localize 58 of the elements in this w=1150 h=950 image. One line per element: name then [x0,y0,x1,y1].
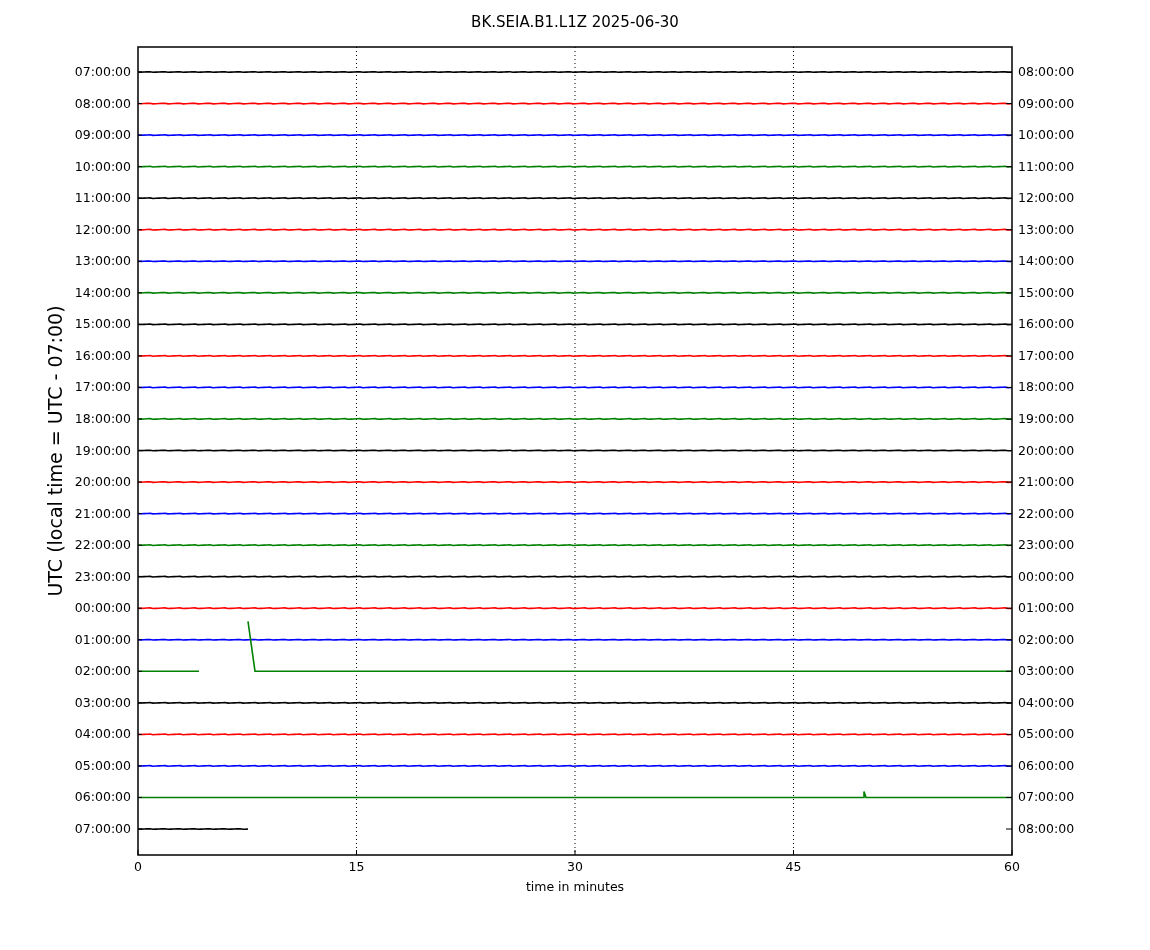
hour-label: 08:00:00 [74,95,131,111]
hour-label: 18:00:00 [1018,379,1075,395]
hour-label: 04:00:00 [74,726,131,742]
hour-label: 03:00:00 [74,694,131,710]
hour-label: 03:00:00 [1018,663,1075,679]
x-tick-label: 45 [785,859,802,874]
hour-label: 05:00:00 [1018,726,1075,742]
hour-label: 11:00:00 [74,190,131,206]
x-tick-label: 30 [567,859,583,874]
hour-label: 21:00:00 [1018,474,1075,490]
hour-label: 02:00:00 [1018,631,1075,647]
hour-label: 15:00:00 [74,316,131,332]
hour-label: 19:00:00 [1018,410,1075,426]
hour-label: 06:00:00 [74,789,131,805]
chart-title: BK.SEIA.B1.L1Z 2025-06-30 [471,13,679,31]
hour-label: 22:00:00 [74,537,131,553]
hour-label: 21:00:00 [74,505,131,521]
hour-label: 18:00:00 [74,410,131,426]
x-tick-label: 0 [134,859,142,874]
hour-label: 08:00:00 [1018,64,1075,79]
x-tick-label: 60 [1004,859,1020,874]
hour-label: 04:00:00 [1018,694,1075,710]
hour-label: 02:00:00 [74,663,131,679]
hour-label: 10:00:00 [1018,127,1075,143]
x-axis-label: time in minutes [525,879,625,894]
x-tick-label: 15 [348,859,365,874]
hour-label: 01:00:00 [74,631,131,647]
hour-label: 14:00:00 [74,284,131,300]
hour-label: 10:00:00 [74,158,131,174]
hour-label: 08:00:00 [1018,821,1075,836]
hour-label: 17:00:00 [1018,347,1075,363]
hour-label: 23:00:00 [74,568,131,584]
hour-label: 19:00:00 [74,442,131,458]
hour-label: 12:00:00 [1018,190,1075,206]
hour-label: 06:00:00 [1018,757,1075,773]
hour-label: 11:00:00 [1018,158,1075,174]
hour-label: 07:00:00 [74,821,131,836]
hour-label: 13:00:00 [1018,221,1075,237]
hour-label: 16:00:00 [1018,316,1075,332]
hour-label: 14:00:00 [1018,253,1075,269]
hour-label: 00:00:00 [74,600,131,616]
hour-label: 01:00:00 [1018,600,1075,616]
hour-label: 12:00:00 [74,221,131,237]
hour-label: 07:00:00 [74,64,131,79]
hour-label: 13:00:00 [74,253,131,269]
hour-label: 22:00:00 [1018,505,1075,521]
y-axis-label: UTC (local time = UTC - 07:00) [44,305,66,597]
hour-label: 23:00:00 [1018,537,1075,553]
hour-label: 20:00:00 [74,474,131,490]
hour-label: 17:00:00 [74,379,131,395]
hour-label: 20:00:00 [1018,442,1075,458]
hour-label: 09:00:00 [1018,95,1075,111]
hour-label: 00:00:00 [1018,568,1075,584]
hour-label: 05:00:00 [74,757,131,773]
hour-label: 09:00:00 [74,127,131,143]
hour-label: 15:00:00 [1018,284,1075,300]
hour-label: 07:00:00 [1018,789,1075,805]
hour-label: 16:00:00 [74,347,131,363]
